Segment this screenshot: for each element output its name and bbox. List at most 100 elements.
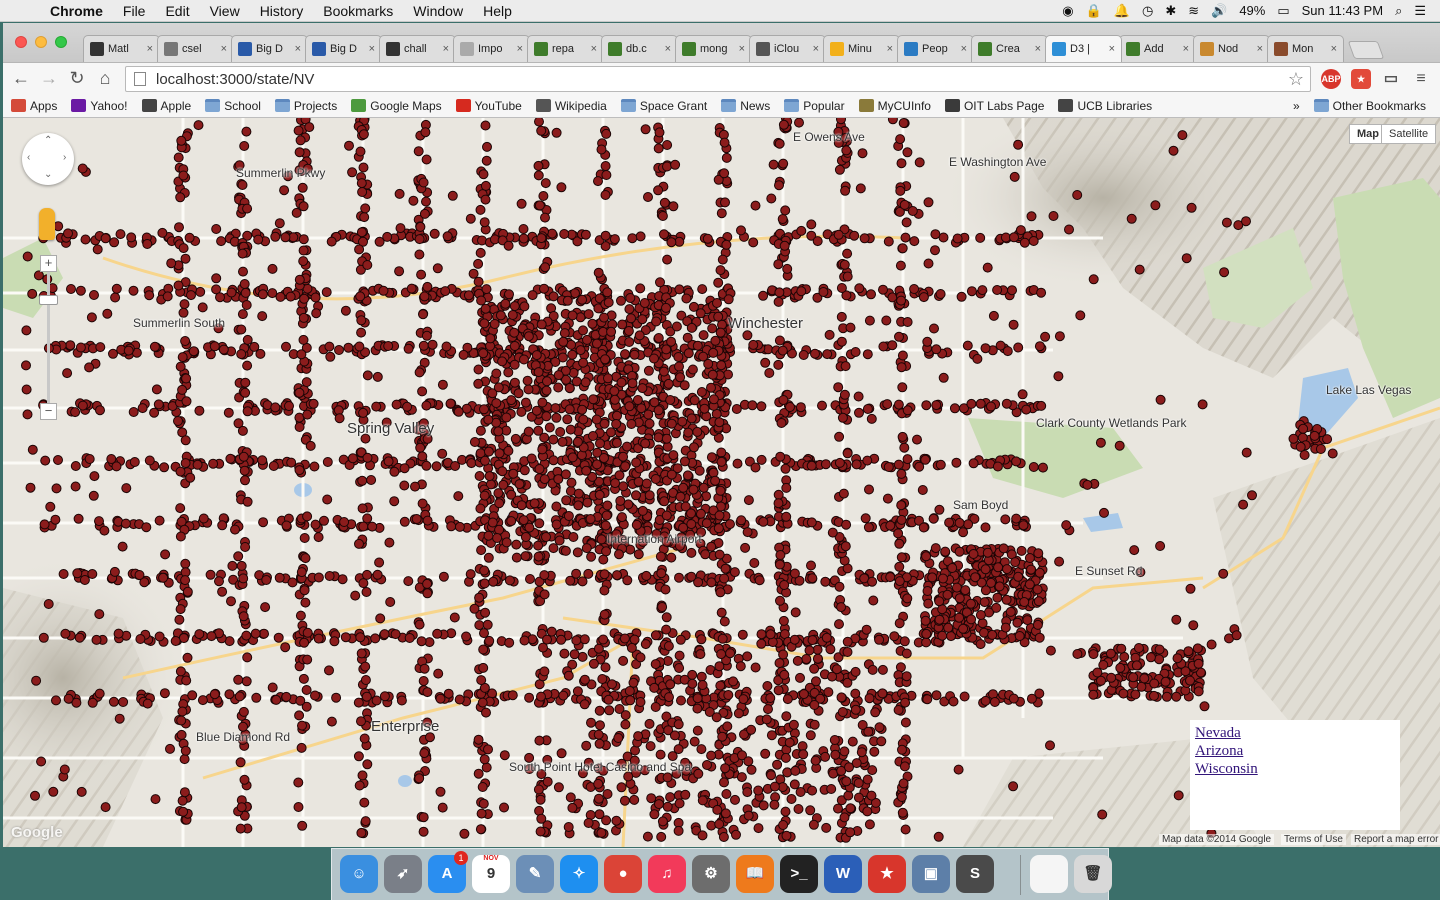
business-marker[interactable] (836, 602, 847, 613)
back-icon[interactable]: ← (7, 68, 35, 89)
business-marker[interactable] (929, 323, 939, 334)
business-marker[interactable] (211, 273, 222, 284)
business-marker[interactable] (553, 782, 564, 793)
business-marker[interactable] (897, 744, 907, 755)
business-marker[interactable] (180, 745, 191, 756)
business-marker[interactable] (809, 700, 820, 710)
business-marker[interactable] (1024, 579, 1035, 590)
business-marker[interactable] (679, 456, 690, 467)
business-marker[interactable] (893, 528, 904, 539)
business-marker[interactable] (1315, 444, 1326, 454)
business-marker[interactable] (896, 514, 907, 525)
business-marker[interactable] (296, 349, 307, 360)
business-marker[interactable] (541, 385, 552, 396)
business-marker[interactable] (454, 694, 465, 705)
business-marker[interactable] (355, 291, 366, 302)
business-marker[interactable] (902, 593, 913, 604)
business-marker[interactable] (480, 607, 491, 618)
business-marker[interactable] (22, 409, 33, 420)
business-marker[interactable] (465, 213, 476, 224)
business-marker[interactable] (686, 547, 697, 558)
business-marker[interactable] (601, 546, 612, 557)
reload-icon[interactable]: ↻ (63, 68, 91, 89)
business-marker[interactable] (533, 784, 544, 795)
business-marker[interactable] (675, 372, 686, 383)
business-marker[interactable] (979, 627, 989, 638)
business-marker[interactable] (930, 245, 940, 256)
business-marker[interactable] (438, 571, 449, 582)
business-marker[interactable] (746, 724, 757, 735)
business-marker[interactable] (459, 828, 470, 839)
business-marker[interactable] (877, 688, 888, 699)
menu-window[interactable]: Window (403, 3, 473, 19)
business-marker[interactable] (86, 312, 97, 323)
business-marker[interactable] (938, 372, 949, 383)
business-marker[interactable] (310, 519, 321, 530)
business-marker[interactable] (414, 773, 425, 784)
business-marker[interactable] (154, 515, 165, 526)
business-marker[interactable] (1008, 781, 1019, 792)
business-marker[interactable] (864, 484, 874, 495)
business-marker[interactable] (374, 557, 385, 568)
business-marker[interactable] (1193, 686, 1204, 697)
menu-app-name[interactable]: Chrome (40, 3, 113, 19)
business-marker[interactable] (503, 445, 514, 456)
zoom-out-button[interactable]: − (40, 403, 57, 420)
business-marker[interactable] (717, 633, 728, 644)
business-marker[interactable] (275, 291, 286, 302)
business-marker[interactable] (30, 790, 40, 801)
business-marker[interactable] (951, 582, 962, 593)
business-marker[interactable] (175, 361, 186, 372)
business-marker[interactable] (868, 595, 879, 606)
business-marker[interactable] (952, 233, 963, 244)
business-marker[interactable] (21, 384, 32, 395)
business-marker[interactable] (677, 416, 688, 427)
pan-down-icon[interactable]: ⌄ (44, 169, 52, 180)
business-marker[interactable] (774, 138, 785, 149)
business-marker[interactable] (1098, 660, 1109, 670)
business-marker[interactable] (478, 644, 489, 655)
business-marker[interactable] (683, 427, 694, 438)
business-marker[interactable] (986, 401, 996, 412)
business-marker[interactable] (707, 369, 718, 380)
business-marker[interactable] (642, 831, 653, 842)
tab-close-icon[interactable]: × (513, 43, 523, 55)
business-marker[interactable] (592, 459, 602, 470)
business-marker[interactable] (902, 147, 913, 158)
adblock-plus-icon[interactable]: ABP (1321, 69, 1341, 89)
business-marker[interactable] (541, 411, 552, 422)
business-marker[interactable] (719, 137, 730, 148)
business-marker[interactable] (711, 712, 722, 723)
business-marker[interactable] (310, 292, 321, 303)
bookmark-google-maps[interactable]: Google Maps (351, 99, 442, 113)
menu-file[interactable]: File (113, 3, 156, 19)
business-marker[interactable] (921, 628, 932, 639)
state-link-nevada[interactable]: Nevada (1195, 724, 1395, 742)
business-marker[interactable] (180, 336, 191, 346)
business-marker[interactable] (572, 436, 583, 447)
business-marker[interactable] (536, 691, 546, 702)
tab-7[interactable]: db.c × (601, 35, 678, 62)
business-marker[interactable] (43, 599, 54, 609)
business-marker[interactable] (625, 695, 636, 706)
business-marker[interactable] (688, 484, 699, 495)
business-marker[interactable] (808, 819, 819, 830)
business-marker[interactable] (1199, 701, 1210, 712)
business-marker[interactable] (894, 618, 905, 629)
business-marker[interactable] (94, 516, 104, 527)
business-marker[interactable] (236, 802, 247, 813)
business-marker[interactable] (239, 774, 250, 785)
business-marker[interactable] (173, 280, 184, 291)
business-marker[interactable] (561, 495, 572, 506)
business-marker[interactable] (681, 293, 692, 304)
business-marker[interactable] (362, 370, 373, 381)
business-marker[interactable] (27, 444, 38, 455)
business-marker[interactable] (735, 661, 746, 672)
business-marker[interactable] (500, 298, 511, 309)
business-marker[interactable] (129, 457, 140, 467)
business-marker[interactable] (689, 442, 699, 453)
business-marker[interactable] (937, 630, 948, 641)
business-marker[interactable] (175, 466, 186, 477)
business-marker[interactable] (419, 663, 430, 674)
business-marker[interactable] (649, 353, 659, 364)
